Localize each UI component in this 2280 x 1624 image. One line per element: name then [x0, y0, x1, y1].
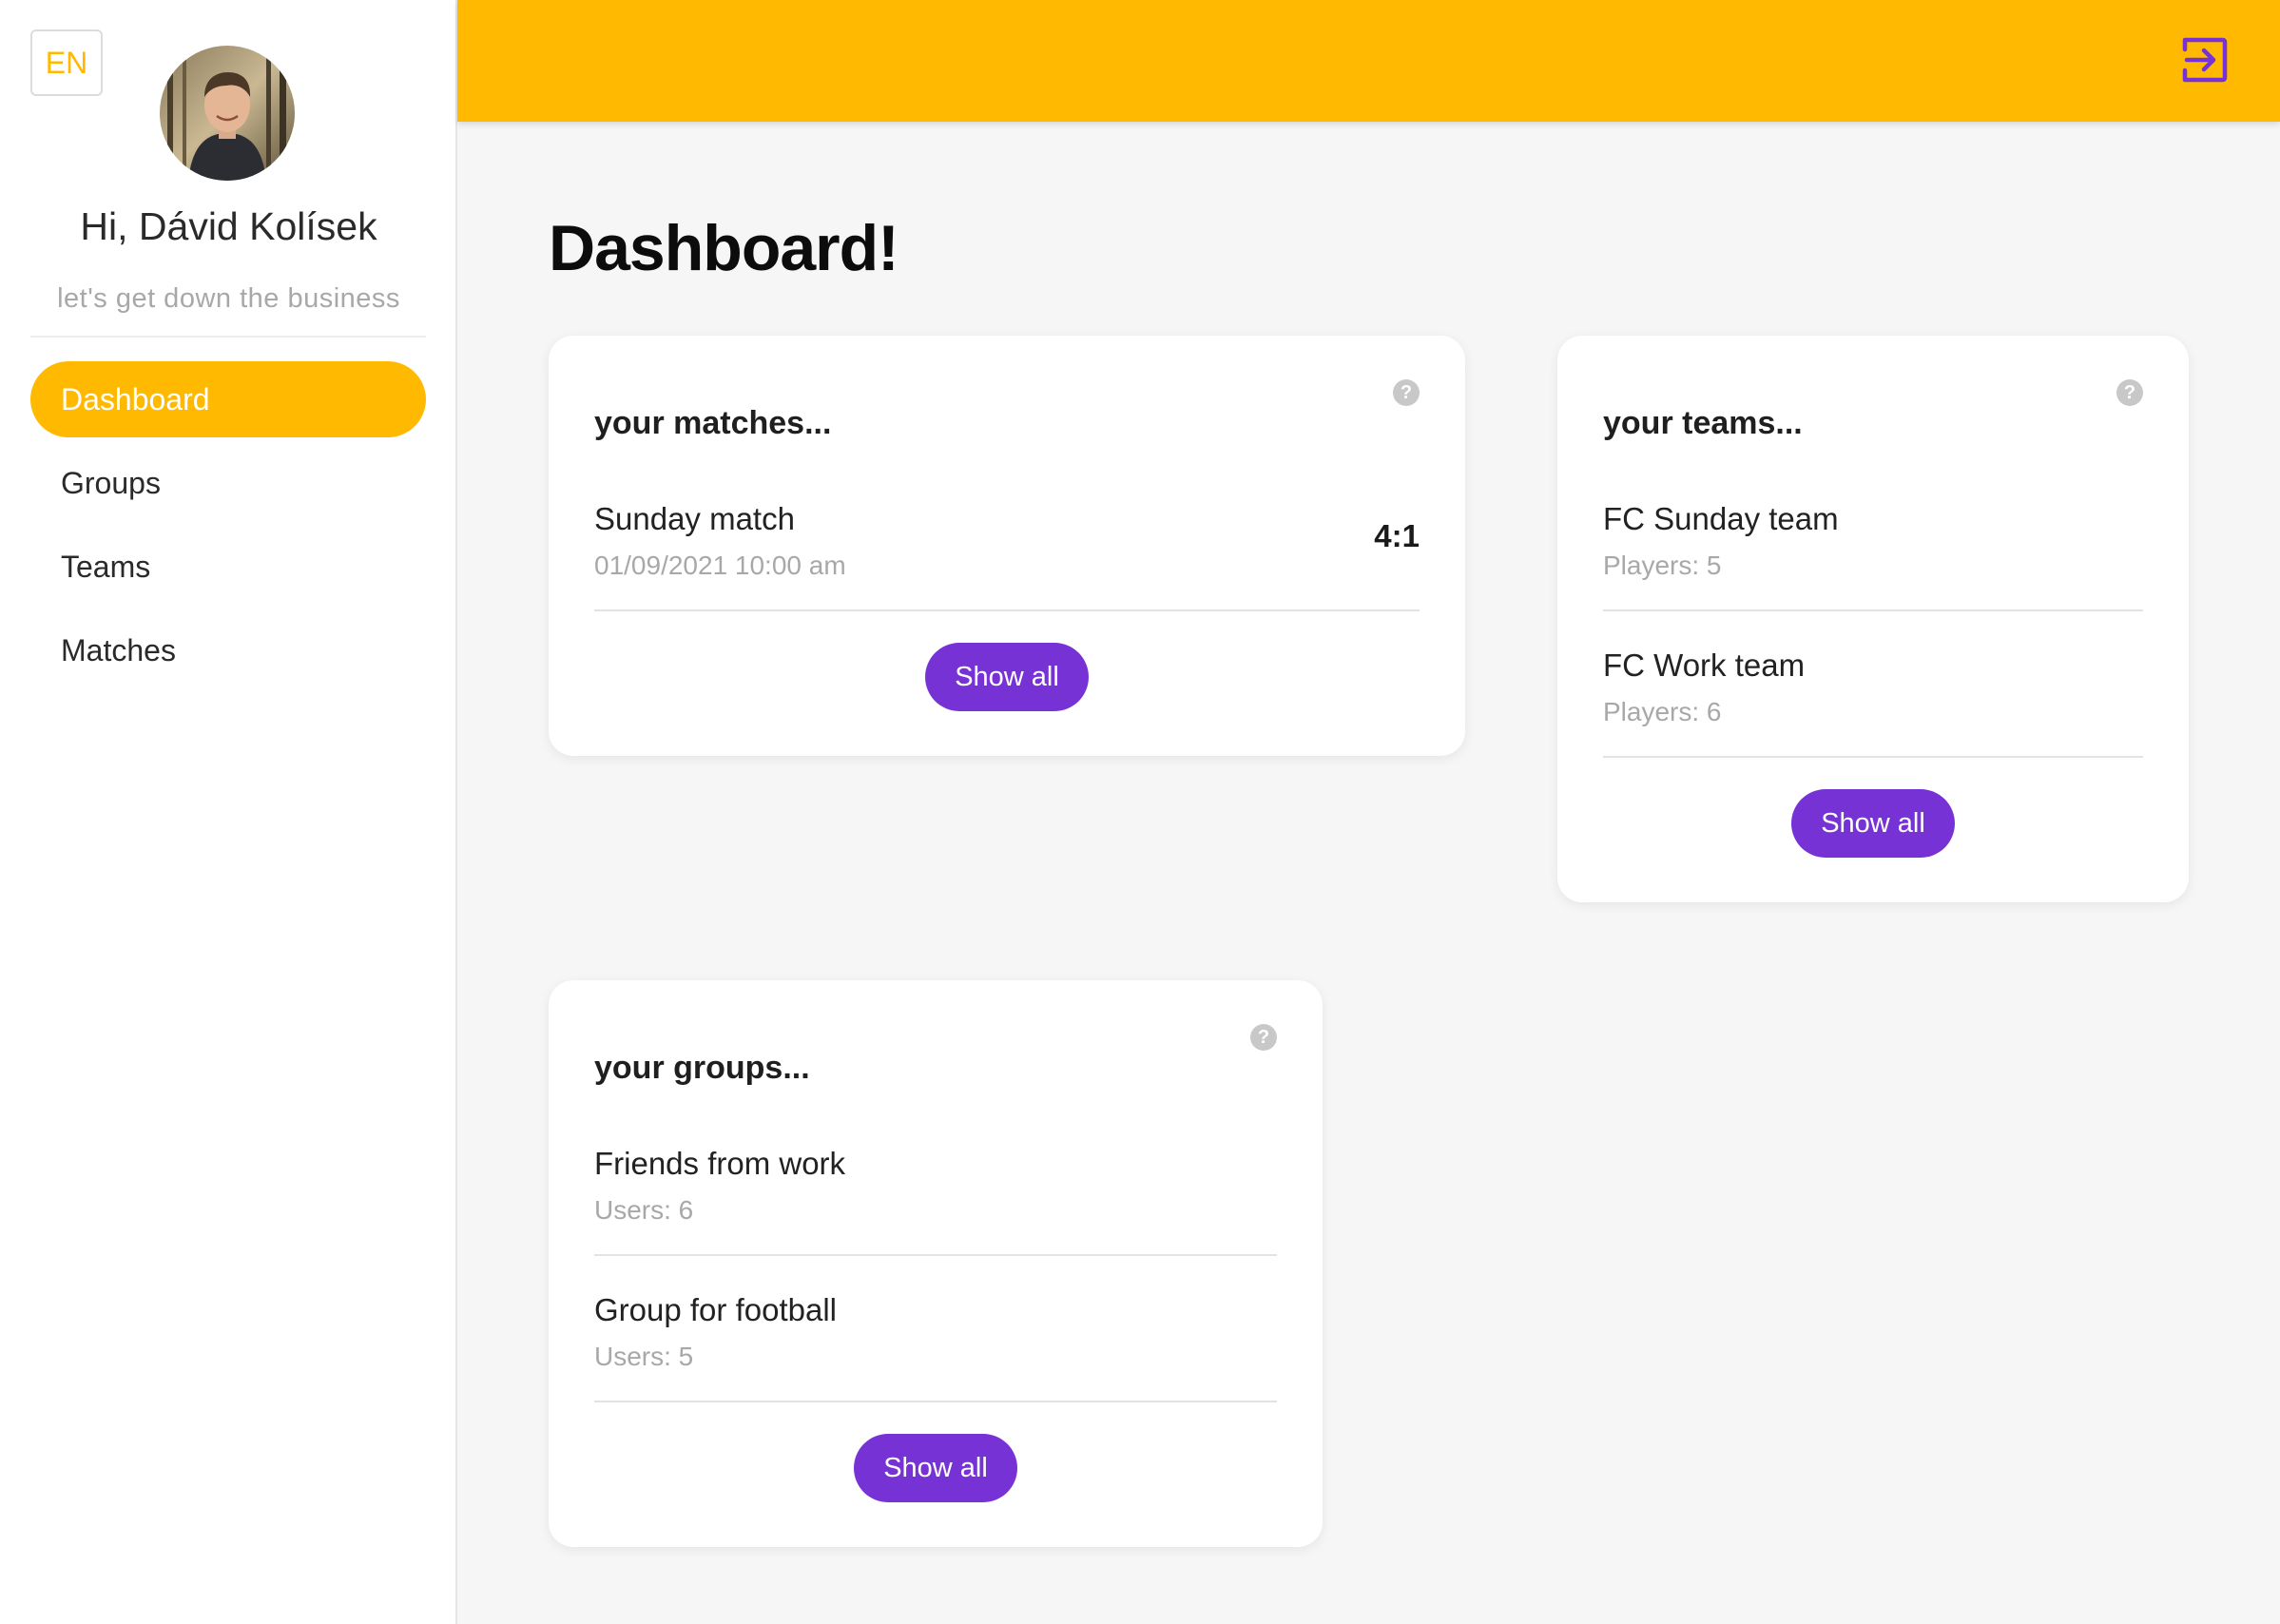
groups-card: your groups... ? Friends from work Users… [549, 980, 1323, 1547]
teams-card-header: your teams... ? [1603, 336, 2143, 465]
teams-card-title: your teams... [1603, 405, 1803, 441]
group-item[interactable]: Friends from work Users: 6 [594, 1110, 1277, 1256]
language-switcher[interactable]: EN [30, 29, 103, 96]
sidebar-nav: Dashboard Groups Teams Matches [30, 361, 426, 696]
matches-card-header: your matches... ? [594, 336, 1420, 465]
teams-show-all-button[interactable]: Show all [1791, 789, 1955, 858]
matches-card-footer: Show all [594, 611, 1420, 756]
matches-show-all-button[interactable]: Show all [925, 643, 1089, 711]
help-icon[interactable]: ? [1250, 1024, 1277, 1051]
help-icon[interactable]: ? [2116, 379, 2143, 406]
team-players: Players: 5 [1603, 551, 1722, 580]
user-tagline: let's get down the business [57, 283, 400, 314]
teams-card-footer: Show all [1603, 758, 2143, 902]
sidebar-divider [30, 336, 426, 338]
logout-icon [2182, 37, 2228, 83]
match-date: 01/09/2021 10:00 am [594, 551, 846, 580]
avatar [160, 46, 295, 181]
team-item[interactable]: FC Sunday team Players: 5 [1603, 465, 2143, 611]
sidebar-item-groups[interactable]: Groups [30, 445, 426, 521]
match-score: 4:1 [1374, 518, 1420, 553]
group-users: Users: 5 [594, 1342, 694, 1371]
top-bar [457, 0, 2280, 122]
team-item[interactable]: FC Work team Players: 6 [1603, 611, 2143, 758]
user-photo [160, 46, 295, 181]
user-greeting: Hi, Dávid Kolísek [80, 204, 377, 248]
match-item[interactable]: Sunday match 01/09/2021 10:00 am 4:1 [594, 465, 1420, 611]
groups-card-footer: Show all [594, 1402, 1277, 1547]
group-item[interactable]: Group for football Users: 5 [594, 1256, 1277, 1402]
group-users: Users: 6 [594, 1195, 694, 1225]
matches-card: your matches... ? Sunday match 01/09/202… [549, 336, 1465, 756]
matches-card-title: your matches... [594, 405, 832, 441]
help-icon[interactable]: ? [1393, 379, 1420, 406]
teams-card: your teams... ? FC Sunday team Players: … [1557, 336, 2189, 902]
team-name: FC Work team [1603, 648, 1806, 683]
groups-show-all-button[interactable]: Show all [854, 1434, 1017, 1502]
logout-button[interactable] [2181, 36, 2229, 84]
sidebar: EN Hi, Dávid Kolísek let's get down the … [0, 0, 457, 1624]
page-title: Dashboard! [549, 212, 899, 284]
group-name: Group for football [594, 1292, 837, 1327]
team-players: Players: 6 [1603, 697, 1722, 726]
groups-card-header: your groups... ? [594, 980, 1277, 1110]
team-name: FC Sunday team [1603, 501, 1839, 536]
group-name: Friends from work [594, 1146, 846, 1181]
sidebar-item-dashboard[interactable]: Dashboard [30, 361, 426, 437]
sidebar-item-teams[interactable]: Teams [30, 529, 426, 605]
groups-card-title: your groups... [594, 1050, 810, 1086]
match-name: Sunday match [594, 501, 795, 536]
sidebar-item-matches[interactable]: Matches [30, 612, 426, 688]
